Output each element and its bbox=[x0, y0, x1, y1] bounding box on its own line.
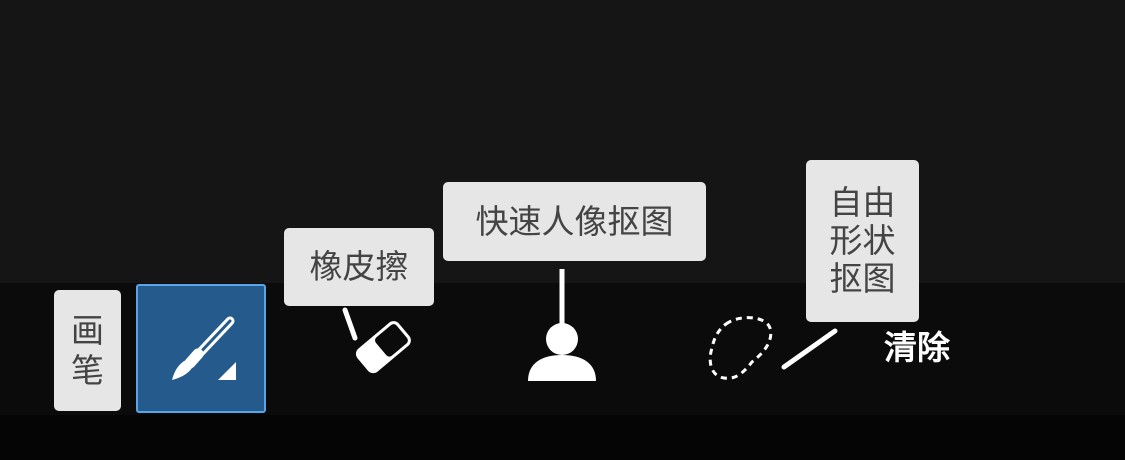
bottom-strip bbox=[0, 415, 1125, 460]
brush-tooltip-label: 画笔 bbox=[71, 310, 104, 390]
eraser-tool-button[interactable] bbox=[330, 300, 430, 390]
eraser-icon bbox=[342, 307, 411, 374]
brush-tooltip: 画笔 bbox=[54, 290, 121, 411]
quick-portrait-cutout-tool-button[interactable] bbox=[520, 265, 604, 385]
eraser-tooltip-label: 橡皮擦 bbox=[309, 247, 409, 286]
paintbrush-icon bbox=[172, 316, 236, 380]
person-icon bbox=[528, 269, 596, 381]
clear-button-label: 清除 bbox=[884, 328, 950, 367]
quick-portrait-cutout-tooltip: 快速人像抠图 bbox=[443, 182, 706, 261]
freeform-cutout-tooltip-label: 自由形状抠图 bbox=[829, 183, 896, 298]
freeform-cutout-tooltip: 自由形状抠图 bbox=[806, 160, 919, 322]
freeform-cutout-tool-button[interactable] bbox=[704, 312, 844, 388]
quick-portrait-cutout-tooltip-label: 快速人像抠图 bbox=[475, 201, 674, 241]
eraser-tooltip: 橡皮擦 bbox=[284, 228, 434, 306]
lasso-icon bbox=[708, 316, 838, 380]
brush-tool-button[interactable] bbox=[136, 284, 266, 413]
clear-button[interactable]: 清除 bbox=[884, 328, 950, 368]
